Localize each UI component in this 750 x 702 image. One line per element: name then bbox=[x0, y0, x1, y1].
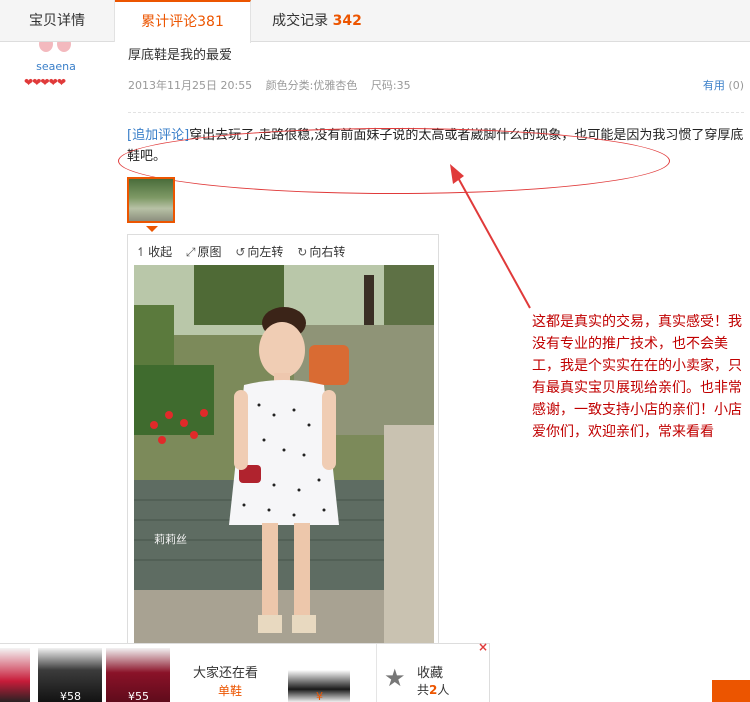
close-icon[interactable]: × bbox=[478, 640, 488, 654]
useful-button[interactable]: 有用 bbox=[703, 79, 725, 92]
reviewer-name[interactable]: seaena bbox=[26, 60, 86, 73]
review-meta: 2013年11月25日 20:55 颜色分类:优雅杏色 尺码:35 bbox=[128, 77, 421, 93]
viewer-toolbar: ↿ 收起 ⤢ 原图 ↺ 向左转 ↻ 向右转 bbox=[136, 243, 355, 260]
category-link[interactable]: 单鞋 bbox=[218, 682, 242, 699]
star-icon[interactable]: ★ bbox=[384, 664, 406, 692]
review-color: 颜色分类:优雅杏色 bbox=[265, 79, 358, 92]
product-price: ¥55 bbox=[128, 690, 149, 702]
avatar[interactable] bbox=[35, 42, 77, 56]
fav-prefix: 共 bbox=[417, 683, 430, 697]
everyone-watching-label: 大家还在看 bbox=[193, 666, 259, 681]
tab-item-details[interactable]: 宝贝详情 bbox=[0, 0, 115, 42]
annotation-ellipse bbox=[118, 128, 670, 194]
annotation-arrow bbox=[450, 164, 531, 309]
product-price: ¥ bbox=[316, 690, 323, 702]
divider bbox=[376, 644, 377, 702]
expand-icon: ⤢ bbox=[185, 245, 196, 259]
review-date: 2013年11月25日 20:55 bbox=[128, 79, 253, 92]
photo-illustration: 莉莉丝 bbox=[134, 265, 434, 645]
favorite-button[interactable]: 收藏 bbox=[417, 662, 443, 681]
seller-note: 这都是真实的交易，真实感受！我没有专业的推广技术，也不会美工，我是个实实在在的小… bbox=[532, 314, 742, 440]
fav-suffix: 人 bbox=[437, 683, 450, 697]
divider bbox=[128, 112, 744, 113]
useful-vote: 有用 (0) bbox=[703, 77, 744, 93]
rotate-right-button[interactable]: ↻ 向右转 bbox=[297, 245, 345, 259]
original-image-button[interactable]: ⤢ 原图 bbox=[186, 245, 222, 259]
tab-label: 成交记录 bbox=[272, 13, 329, 29]
original-label: 原图 bbox=[197, 245, 222, 259]
review-photo[interactable]: 莉莉丝 bbox=[134, 265, 434, 645]
product-price: ¥58 bbox=[60, 690, 81, 702]
collapse-button[interactable]: ↿ 收起 bbox=[136, 245, 172, 259]
rotate-left-icon: ↺ bbox=[235, 245, 246, 259]
tab-transactions[interactable]: 成交记录 342 bbox=[251, 0, 383, 42]
collapse-icon: ↿ bbox=[136, 245, 147, 259]
side-button[interactable] bbox=[712, 680, 750, 702]
rank-hearts-icon: ❤❤❤❤❤ bbox=[24, 76, 66, 89]
favorite-count: 共2人 bbox=[417, 681, 449, 698]
review-text: 厚底鞋是我的最爱 bbox=[128, 48, 233, 63]
rotate-left-label: 向左转 bbox=[247, 245, 284, 259]
tab-bar: 宝贝详情 累计评论381 成交记录 342 bbox=[0, 0, 750, 43]
review-size: 尺码:35 bbox=[370, 79, 411, 92]
tab-reviews[interactable]: 累计评论381 bbox=[115, 0, 251, 43]
product-thumbnail[interactable] bbox=[0, 648, 30, 702]
rotate-right-label: 向右转 bbox=[309, 245, 346, 259]
tab-count: 342 bbox=[332, 13, 362, 29]
collapse-label: 收起 bbox=[148, 245, 173, 259]
photo-thumbnail[interactable] bbox=[127, 177, 175, 232]
product-thumbnail[interactable]: ¥ bbox=[288, 648, 350, 702]
photo-watermark: 莉莉丝 bbox=[154, 533, 187, 546]
rotate-left-button[interactable]: ↺ 向左转 bbox=[235, 245, 283, 259]
image-viewer: ↿ 收起 ⤢ 原图 ↺ 向左转 ↻ 向右转 莉莉丝 bbox=[127, 234, 439, 702]
product-thumbnail[interactable]: ¥55 bbox=[106, 648, 170, 702]
tab-count: 381 bbox=[197, 14, 224, 30]
rotate-right-icon: ↻ bbox=[297, 245, 308, 259]
product-thumbnail[interactable]: ¥58 bbox=[38, 648, 102, 702]
useful-count: (0) bbox=[728, 79, 744, 92]
tab-label: 宝贝详情 bbox=[29, 13, 85, 29]
tab-label: 累计评论 bbox=[141, 14, 198, 30]
